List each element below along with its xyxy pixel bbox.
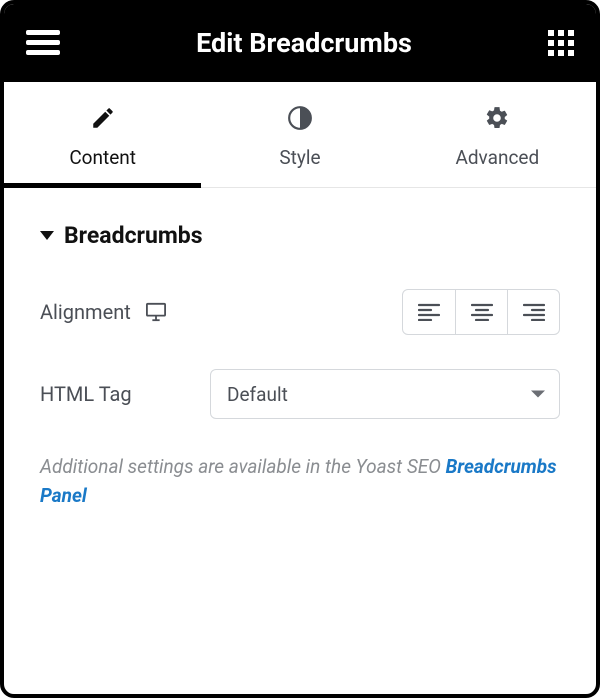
caret-down-icon [40, 231, 54, 240]
content-area: Breadcrumbs Alignment [4, 188, 596, 510]
label-text: Alignment [40, 300, 131, 324]
menu-icon[interactable] [26, 30, 60, 56]
note-text: Additional settings are available in the… [40, 455, 446, 478]
control-label: Alignment [40, 300, 210, 324]
pencil-icon [4, 104, 201, 132]
html-tag-select[interactable]: Default [210, 369, 560, 419]
gear-icon [399, 104, 596, 132]
contrast-icon [201, 104, 398, 132]
align-center-button[interactable] [455, 290, 507, 334]
desktop-icon[interactable] [145, 302, 167, 322]
tab-advanced[interactable]: Advanced [399, 82, 596, 187]
label-text: HTML Tag [40, 382, 132, 406]
settings-note: Additional settings are available in the… [40, 453, 560, 510]
section-title: Breadcrumbs [64, 222, 203, 249]
tab-label: Style [201, 146, 398, 169]
section-toggle-breadcrumbs[interactable]: Breadcrumbs [40, 222, 560, 249]
select-value: Default [227, 383, 288, 406]
tabs: Content Style Advanced [4, 82, 596, 188]
alignment-group [402, 289, 560, 335]
align-left-button[interactable] [403, 290, 455, 334]
control-html-tag: HTML Tag Default [40, 369, 560, 419]
tab-content[interactable]: Content [4, 82, 201, 187]
editor-panel: Edit Breadcrumbs Content [0, 0, 600, 698]
html-tag-select-wrap: Default [210, 369, 560, 419]
panel-header: Edit Breadcrumbs [4, 4, 596, 82]
tab-label: Content [4, 146, 201, 169]
control-label: HTML Tag [40, 382, 210, 406]
panel-title: Edit Breadcrumbs [196, 27, 412, 59]
tab-style[interactable]: Style [201, 82, 398, 187]
control-alignment: Alignment [40, 289, 560, 335]
align-right-button[interactable] [507, 290, 559, 334]
tab-label: Advanced [399, 146, 596, 169]
widgets-icon[interactable] [548, 30, 574, 56]
